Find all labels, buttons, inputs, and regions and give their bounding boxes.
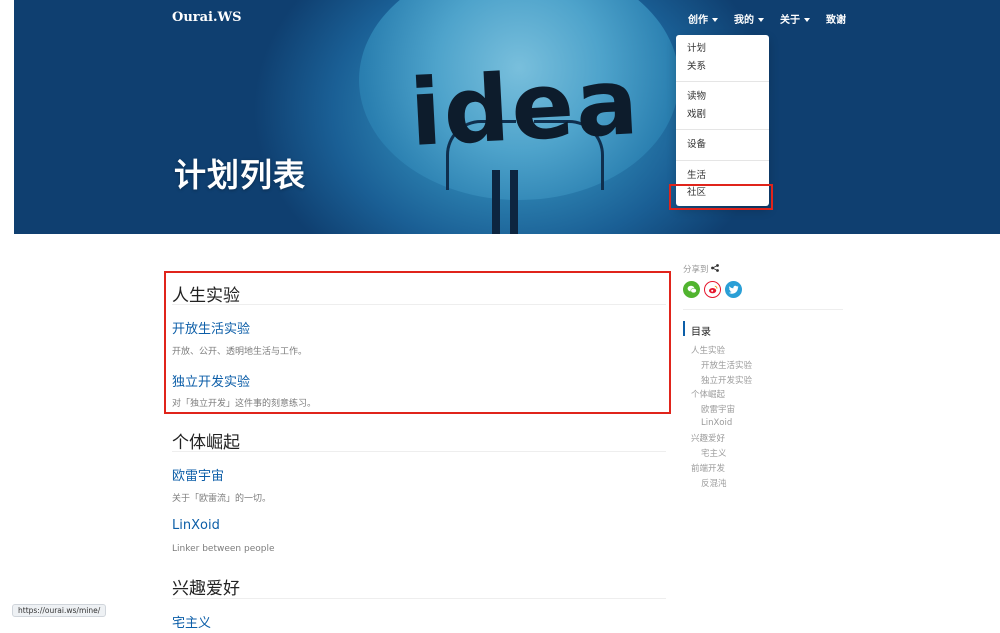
sidebar-divider <box>683 309 843 310</box>
toc-item[interactable]: 独立开发实验 <box>701 374 752 386</box>
toc-item[interactable]: 宅主义 <box>701 447 727 459</box>
nav-thanks[interactable]: 致谢 <box>826 11 846 26</box>
filament-post-left <box>492 170 500 234</box>
dropdown-divider <box>676 129 769 130</box>
section-heading: 人生实验 <box>172 286 240 306</box>
caret-down-icon <box>804 18 810 22</box>
section-heading: 兴趣爱好 <box>172 579 240 599</box>
section-divider <box>172 598 666 599</box>
section-divider <box>172 451 666 452</box>
highlight-box-section <box>164 271 671 414</box>
post-link[interactable]: 欧雷宇宙 <box>172 465 224 484</box>
dropdown-item-life[interactable]: 生活 <box>676 167 769 185</box>
share-label: 分享到 <box>683 265 709 275</box>
dropdown-item-relations[interactable]: 关系 <box>676 58 769 76</box>
toc-title: 目录 <box>691 327 711 338</box>
share-nodes-icon <box>711 264 719 274</box>
section-divider <box>172 304 666 305</box>
wechat-icon[interactable] <box>683 281 700 298</box>
hero-idea-word: idea <box>407 48 643 167</box>
post-description: Linker between people <box>172 544 275 554</box>
post-link[interactable]: 宅主义 <box>172 612 211 631</box>
status-bar-url: https://ourai.ws/mine/ <box>12 604 107 617</box>
caret-down-icon <box>712 18 718 22</box>
post-link[interactable]: LinXoid <box>172 518 220 533</box>
top-nav: 创作 我的 关于 致谢 <box>688 11 862 26</box>
toc-item[interactable]: 开放生活实验 <box>701 359 752 371</box>
toc-item[interactable]: LinXoid <box>701 418 732 428</box>
dropdown-item-devices[interactable]: 设备 <box>676 136 769 154</box>
post-description: 关于「欧雷流」的一切。 <box>172 494 272 504</box>
toc-item[interactable]: 个体崛起 <box>691 388 725 400</box>
post-description: 开放、公开、透明地生活与工作。 <box>172 347 308 357</box>
section-heading: 个体崛起 <box>172 433 240 453</box>
post-link[interactable]: 开放生活实验 <box>172 318 250 337</box>
dropdown-item-reading[interactable]: 读物 <box>676 88 769 106</box>
twitter-icon[interactable] <box>725 281 742 298</box>
create-dropdown-menu: 计划 关系 读物 戏剧 设备 生活 社区 <box>676 35 769 206</box>
toc-item[interactable]: 反混沌 <box>701 477 727 489</box>
dropdown-item-drama[interactable]: 戏剧 <box>676 106 769 124</box>
dropdown-divider <box>676 159 769 161</box>
dropdown-item-plans[interactable]: 计划 <box>676 40 769 58</box>
dropdown-divider <box>676 81 769 82</box>
nav-mine[interactable]: 我的 <box>734 11 764 26</box>
weibo-icon[interactable] <box>704 281 721 298</box>
toc-item[interactable]: 人生实验 <box>691 344 725 356</box>
toc-accent-bar <box>683 321 685 336</box>
filament-post-right <box>510 170 518 234</box>
toc-item[interactable]: 兴趣爱好 <box>691 432 725 444</box>
toc-item[interactable]: 前端开发 <box>691 462 725 474</box>
toc-item[interactable]: 欧雷宇宙 <box>701 403 735 415</box>
nav-create[interactable]: 创作 <box>688 11 718 26</box>
site-brand[interactable]: Ourai.WS <box>172 10 242 25</box>
nav-about[interactable]: 关于 <box>780 11 810 26</box>
caret-down-icon <box>758 18 764 22</box>
post-description: 对「独立开发」这件事的刻意练习。 <box>172 399 317 409</box>
page-title: 计划列表 <box>174 156 307 194</box>
hero-banner: idea <box>14 0 1000 234</box>
post-link[interactable]: 独立开发实验 <box>172 371 250 390</box>
highlight-box-community <box>669 184 773 210</box>
